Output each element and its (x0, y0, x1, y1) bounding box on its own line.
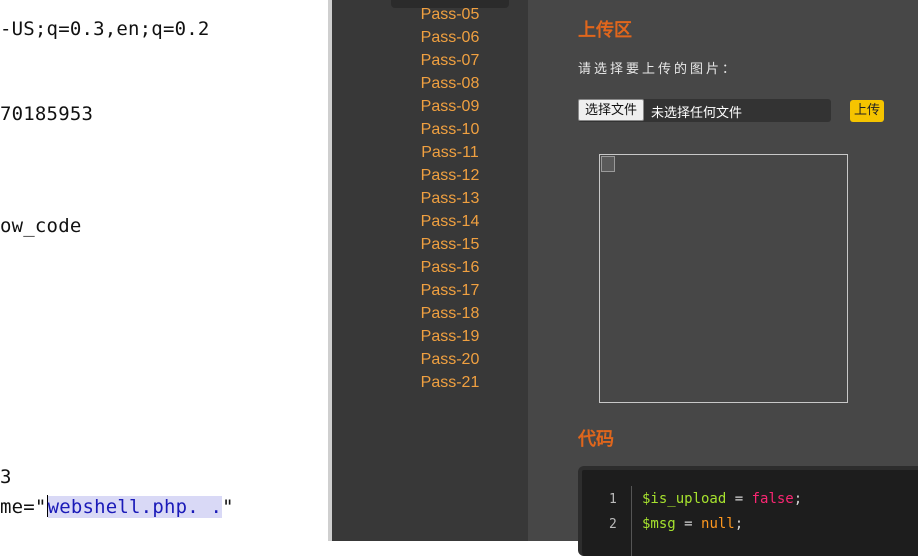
code-operator: = (726, 491, 752, 507)
code-gutter-divider (631, 486, 632, 556)
filename-suffix: " (222, 496, 234, 518)
code-keyword: false (751, 491, 794, 507)
request-line-field: ow_code (0, 215, 82, 237)
upload-button[interactable]: 上传 (850, 100, 884, 122)
filename-selection[interactable]: webshell.php. . (47, 496, 223, 518)
image-preview (599, 154, 848, 403)
file-status-text: 未选择任何文件 (651, 106, 743, 121)
line-number: 1 (609, 492, 617, 507)
request-line-boundary: 70185953 (0, 103, 94, 125)
choose-file-button[interactable]: 选择文件 (578, 99, 645, 121)
code-punct: ; (734, 516, 744, 532)
request-pane: -US;q=0.3,en;q=0.2 70185953 ow_code 3 me… (0, 0, 328, 541)
code-block: 1 2 $is_upload = false; $msg = null; (578, 466, 918, 556)
select-image-label: 请选择要上传的图片： (578, 62, 739, 77)
code-variable: $msg (642, 516, 676, 532)
filename-prefix: me=" (0, 496, 47, 518)
request-line-filename[interactable]: me="webshell.php. ." (0, 495, 234, 518)
code-line: $msg = null; (642, 516, 743, 532)
code-operator: = (675, 516, 702, 532)
broken-image-icon (601, 156, 615, 172)
code-variable: $is_upload (642, 491, 727, 507)
request-line-accept-language: -US;q=0.3,en;q=0.2 (0, 18, 210, 40)
request-line-number: 3 (0, 466, 12, 488)
code-keyword: null (701, 516, 735, 532)
code-section-title: 代码 (578, 429, 614, 450)
code-line: $is_upload = false; (642, 491, 802, 507)
line-number: 2 (609, 517, 617, 532)
upload-section-title: 上传区 (578, 20, 632, 41)
code-punct: ; (793, 491, 803, 507)
